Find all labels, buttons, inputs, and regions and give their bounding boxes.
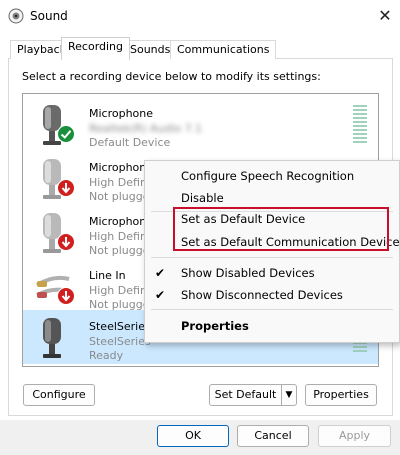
down-arrow-badge-icon — [57, 179, 75, 197]
check-badge-icon — [57, 125, 75, 143]
device-driver: Realtek(R) Audio 7.1 — [89, 122, 203, 135]
device-row[interactable]: Microphone Realtek(R) Audio 7.1 Default … — [23, 97, 378, 151]
device-status: Ready — [89, 349, 124, 362]
tab-recording[interactable]: Recording — [61, 37, 131, 60]
menu-item-label: Show Disabled Devices — [181, 266, 315, 280]
microphone-icon — [43, 318, 61, 358]
device-status: Default Device — [89, 136, 171, 149]
set-default-dropdown-icon[interactable]: ▼ — [281, 384, 297, 406]
window-title: Sound — [30, 9, 68, 23]
tab-communications[interactable]: Communications — [170, 40, 277, 59]
menu-separator — [151, 309, 393, 310]
menu-item-show-disabled[interactable]: ✔ Show Disabled Devices — [145, 262, 399, 284]
device-status: Not plugge — [89, 190, 150, 203]
level-meter — [353, 105, 367, 145]
apply-button[interactable]: Apply — [318, 425, 391, 447]
instruction-text: Select a recording device below to modif… — [22, 70, 321, 83]
device-name: Line In — [89, 269, 126, 282]
menu-item-show-disconnected[interactable]: ✔ Show Disconnected Devices — [145, 284, 399, 306]
device-driver: High Defin — [89, 230, 147, 243]
device-driver: High Defin — [89, 176, 147, 189]
device-name: SteelSeries — [89, 320, 151, 333]
close-icon[interactable]: ✕ — [374, 5, 396, 27]
device-status: Not plugge — [89, 244, 150, 257]
down-arrow-badge-icon — [57, 233, 75, 251]
device-driver: High Defin — [89, 284, 147, 297]
properties-button[interactable]: Properties — [305, 384, 377, 406]
checkmark-icon: ✔ — [155, 288, 166, 302]
menu-item-configure-speech[interactable]: Configure Speech Recognition — [145, 165, 399, 187]
set-default-button[interactable]: Set Default — [209, 384, 282, 406]
menu-item-label: Configure Speech Recognition — [181, 169, 355, 183]
context-menu: Configure Speech Recognition Disable Set… — [144, 160, 400, 343]
down-arrow-badge-icon — [57, 287, 75, 305]
cancel-button[interactable]: Cancel — [237, 425, 309, 447]
menu-item-disable[interactable]: Disable — [145, 187, 399, 209]
menu-separator — [151, 257, 393, 258]
checkmark-icon: ✔ — [155, 266, 166, 280]
device-name: Microphone — [89, 107, 154, 120]
ok-button[interactable]: OK — [157, 425, 229, 447]
device-driver: SteelSeries — [89, 335, 151, 348]
speaker-icon — [8, 8, 24, 24]
configure-button[interactable]: Configure — [23, 384, 95, 406]
menu-item-properties[interactable]: Properties — [145, 315, 399, 337]
menu-item-label: Show Disconnected Devices — [181, 288, 343, 302]
menu-item-label: Disable — [181, 191, 224, 205]
annotation-highlight-box — [173, 207, 389, 251]
menu-item-label: Properties — [181, 319, 249, 333]
